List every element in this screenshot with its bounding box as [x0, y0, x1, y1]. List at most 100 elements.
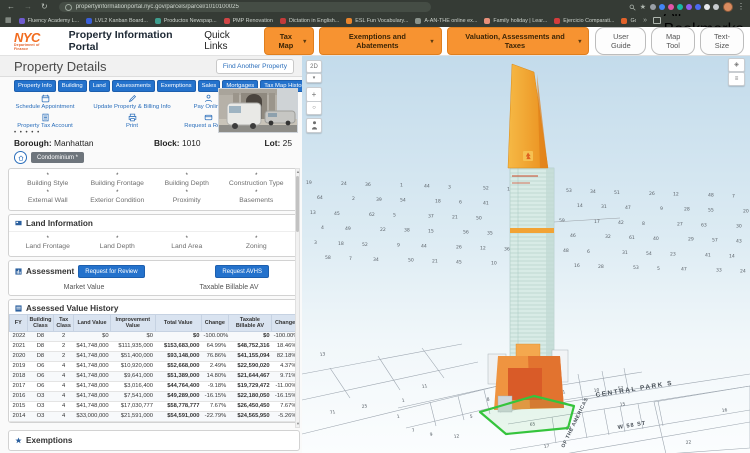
person-pay-icon [204, 94, 213, 103]
property-photo[interactable] [218, 88, 298, 133]
map-pegman-button[interactable] [306, 118, 322, 133]
avh-section-icon [15, 305, 22, 312]
field-cell: * Land Frontage [13, 235, 83, 252]
map-locate-button[interactable]: ◈ [728, 58, 745, 72]
photo-carousel-dots[interactable]: • • • • • [14, 130, 40, 136]
map-collapse-button[interactable]: ▾ [306, 73, 322, 83]
svg-text:58: 58 [325, 255, 331, 261]
bookmark-item[interactable]: ESL Fun Vocabulary... [346, 18, 408, 24]
extension-icon[interactable] [686, 4, 692, 10]
property-tax-account-link[interactable]: Property Tax Account [4, 113, 86, 129]
detail-scroll-area[interactable]: * Building Style * Building Frontage * B… [8, 168, 300, 428]
column-header: Tax Class [54, 315, 74, 332]
extension-icon[interactable] [695, 4, 701, 10]
browser-menu-icon[interactable]: ⋮ [737, 3, 745, 11]
bookmark-item[interactable]: Ejercicio Comparati... [554, 18, 614, 24]
svg-text:7: 7 [349, 256, 352, 262]
folder-icon [653, 17, 661, 24]
bookmark-item[interactable]: A-AN-THE online ex... [415, 18, 477, 24]
url-text: propertyinformationportal.nyc.gov/parcel… [76, 4, 239, 10]
find-another-property-button[interactable]: Find Another Property [216, 59, 294, 74]
bookmark-item[interactable]: LVL2 Kanban Board... [86, 18, 148, 24]
scrollbar-thumb[interactable] [296, 176, 299, 232]
bookmark-item[interactable]: Family holiday | Lear... [484, 18, 547, 24]
detail-tab[interactable]: Property Info [14, 80, 56, 92]
condominium-badge[interactable]: Condominium * [31, 152, 84, 163]
bookmark-item[interactable]: PMP Renovation [224, 18, 273, 24]
bookmark-item[interactable]: Fluency Academy L... [19, 18, 80, 24]
svg-text:14: 14 [577, 203, 583, 209]
svg-text:25: 25 [361, 403, 368, 410]
map-zoom-in-button[interactable]: + [306, 87, 322, 102]
tax-map-3d-view[interactable]: 1924361443521016533451261248764239541864… [302, 56, 750, 453]
extension-icon[interactable] [650, 4, 656, 10]
detail-tab[interactable]: Land [89, 80, 110, 92]
forward-icon[interactable]: → [22, 3, 34, 11]
action-links: Schedule Appointment Update Property & B… [4, 94, 220, 130]
field-cell: * Land Depth [83, 235, 153, 252]
field-cell: * Basements [222, 189, 292, 206]
column-header: FY [10, 315, 28, 332]
map-compass-button[interactable]: ○ [306, 101, 322, 115]
scroll-down-arrow[interactable]: ▼ [296, 421, 299, 427]
extension-icon[interactable] [659, 4, 665, 10]
quick-link-dropdown[interactable]: Valuation, Assessments and Taxes [447, 27, 590, 55]
profile-avatar[interactable] [723, 2, 733, 12]
svg-text:63: 63 [701, 223, 707, 229]
detail-tab[interactable]: Assessments [112, 80, 155, 92]
quick-link-dropdown[interactable]: Exemptions and Abatements [319, 27, 441, 55]
bookmark-favicon [554, 18, 560, 24]
column-header: Building Class [27, 315, 54, 332]
quick-link-dropdown[interactable]: Tax Map [264, 27, 315, 55]
detail-tab[interactable]: Exemptions [157, 80, 196, 92]
bookmark-favicon [621, 18, 627, 24]
svg-text:52: 52 [483, 185, 489, 191]
utility-button[interactable]: User Guide [595, 27, 646, 55]
bookmark-favicon [280, 18, 286, 24]
svg-text:28: 28 [684, 207, 690, 213]
detail-tab[interactable]: Sales [198, 80, 221, 92]
svg-text:26: 26 [456, 245, 462, 251]
scroll-up-arrow[interactable]: ▲ [296, 169, 299, 175]
bookmarks-overflow-icon[interactable]: » [643, 17, 647, 24]
land-fields: * Land Frontage * Land Depth * Land Area [9, 232, 299, 256]
svg-text:34: 34 [590, 189, 596, 195]
update-property-billing-link[interactable]: Update Property & Billing Info [86, 94, 178, 110]
schedule-appointment-link[interactable]: Schedule Appointment [4, 94, 86, 110]
bookmark-item[interactable]: Dictation in English... [280, 18, 339, 24]
svg-text:17: 17 [594, 219, 600, 225]
bookmark-item[interactable]: Going to - plans | Le... [621, 18, 636, 24]
refund-card-icon [204, 113, 213, 122]
bookmark-star-icon[interactable]: ★ [640, 3, 646, 11]
extension-icon[interactable] [668, 4, 674, 10]
map-2d-toggle-button[interactable]: 2D [306, 60, 322, 73]
back-icon[interactable]: ← [5, 3, 17, 11]
all-bookmarks-button[interactable]: All Bookmarks [653, 14, 745, 27]
search-icon[interactable] [629, 4, 636, 11]
svg-text:27: 27 [677, 222, 683, 228]
url-bar[interactable]: propertyinformationportal.nyc.gov/parcel… [59, 2, 431, 12]
map-layers-button[interactable]: ≡ [728, 72, 745, 86]
reload-icon[interactable]: ↻ [39, 3, 50, 11]
calendar-icon [41, 94, 50, 103]
panel-scrollbar[interactable]: ▲ ▼ [295, 168, 300, 428]
utility-button[interactable]: Text-Size [700, 27, 744, 55]
extension-icon[interactable] [704, 4, 710, 10]
detail-tab[interactable]: Building [58, 80, 87, 92]
browser-nav-row: ← → ↻ propertyinformationportal.nyc.gov/… [0, 0, 750, 14]
utility-button[interactable]: Map Tool [651, 27, 695, 55]
home-icon[interactable] [14, 151, 27, 164]
extension-icon[interactable] [677, 4, 683, 10]
svg-text:39: 39 [376, 197, 382, 203]
bookmark-item[interactable]: Productos Newspap... [155, 18, 217, 24]
svg-text:15: 15 [619, 401, 626, 408]
field-cell: * Zoning [222, 235, 292, 252]
print-link[interactable]: Print [86, 113, 178, 129]
svg-text:32: 32 [605, 234, 611, 240]
site-info-icon[interactable] [65, 4, 72, 11]
request-avhs-button[interactable]: Request AVHS [215, 265, 269, 278]
apps-grid-icon[interactable]: ▦ [5, 17, 12, 24]
nyc-dof-logo[interactable]: NYC Department of Finance [14, 31, 55, 51]
request-for-review-button[interactable]: Request for Review [78, 265, 144, 278]
extension-icon[interactable] [713, 4, 719, 10]
